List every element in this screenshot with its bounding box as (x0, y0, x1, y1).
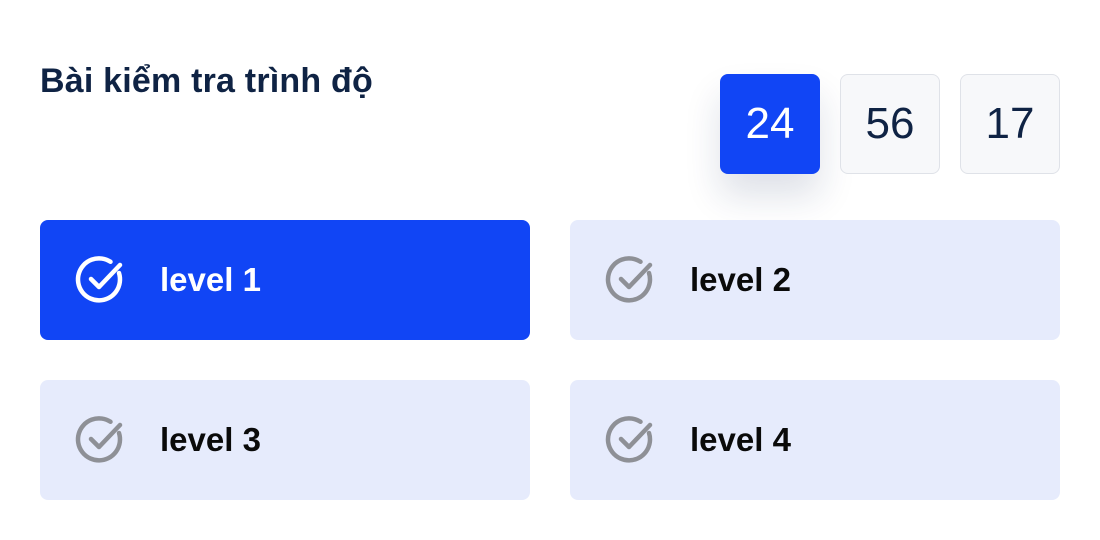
page-title: Bài kiểm tra trình độ (40, 62, 373, 100)
timer-segment-1: 24 (720, 74, 820, 174)
level-option-3[interactable]: level 3 (40, 380, 530, 500)
level-option-1[interactable]: level 1 (40, 220, 530, 340)
timer-segment-2: 56 (840, 74, 940, 174)
level-option-label: level 3 (160, 421, 261, 458)
level-options: level 1 level 2 level 3 level 4 (40, 220, 1060, 500)
level-option-2[interactable]: level 2 (570, 220, 1060, 340)
check-circle-icon (74, 254, 126, 306)
check-circle-icon (604, 254, 656, 306)
level-test-screen: Bài kiểm tra trình độ 24 56 17 level 1 l (0, 0, 1100, 540)
level-option-label: level 1 (160, 261, 261, 298)
timer-segment-3: 17 (960, 74, 1060, 174)
check-circle-icon (74, 414, 126, 466)
level-option-label: level 4 (690, 421, 791, 458)
countdown-timer: 24 56 17 (720, 74, 1060, 174)
check-circle-icon (604, 414, 656, 466)
level-option-4[interactable]: level 4 (570, 380, 1060, 500)
level-option-label: level 2 (690, 261, 791, 298)
